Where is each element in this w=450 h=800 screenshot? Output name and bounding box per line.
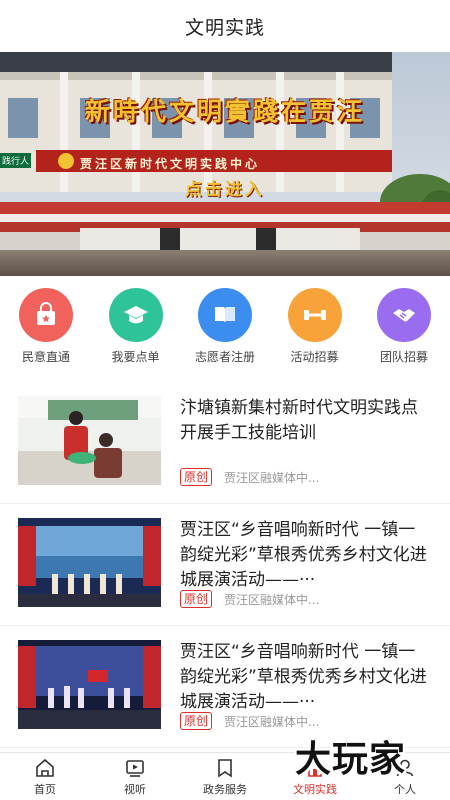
dumbbell-icon bbox=[287, 288, 342, 342]
tab-home[interactable]: 首页 bbox=[0, 753, 90, 800]
video-icon bbox=[126, 759, 144, 777]
quick-action-label: 团队招募 bbox=[379, 350, 428, 364]
news-list: 汴塘镇新集村新时代文明实践点开展手工技能培训 原创 贾汪区融媒体中... 贾汪区… bbox=[0, 382, 450, 748]
original-badge: 原创 bbox=[180, 468, 213, 486]
quick-action-order[interactable]: 我要点单 bbox=[98, 288, 174, 370]
news-title: 贾汪区“乡音唱响新时代 一镇一韵绽光彩”草根秀优秀乡村文化进城展演活动——··· bbox=[180, 520, 427, 590]
news-meta: 原创 贾汪区融媒体中... bbox=[180, 590, 319, 608]
news-thumbnail bbox=[18, 396, 161, 485]
news-item[interactable]: 贾汪区“乡音唱响新时代 一镇一韵绽光彩”草根秀优秀乡村文化进城展演活动——···… bbox=[0, 504, 450, 626]
tab-label: 个人 bbox=[394, 782, 416, 796]
banner-left-sign: 践行人 bbox=[0, 153, 32, 168]
news-title: 贾汪区“乡音唱响新时代 一镇一韵绽光彩”草根秀优秀乡村文化进城展演活动——··· bbox=[180, 642, 427, 712]
tab-government-service[interactable]: 政务服务 bbox=[180, 753, 270, 800]
tab-label: 文明实践 bbox=[293, 782, 337, 796]
page-title: 文明实践 bbox=[184, 16, 265, 39]
tab-label: 视听 bbox=[124, 782, 146, 796]
news-meta: 原创 贾汪区融媒体中... bbox=[180, 468, 319, 486]
quick-action-opinion[interactable]: 民意直通 bbox=[8, 288, 84, 370]
news-thumbnail bbox=[18, 518, 161, 607]
home-icon bbox=[36, 758, 54, 777]
news-item[interactable]: 汴塘镇新集村新时代文明实践点开展手工技能培训 原创 贾汪区融媒体中... bbox=[0, 382, 450, 504]
quick-action-label: 活动招募 bbox=[290, 350, 339, 364]
news-source: 贾汪区融媒体中... bbox=[224, 470, 320, 485]
quick-action-label: 我要点单 bbox=[111, 350, 160, 364]
watermark: 大玩家 bbox=[295, 739, 407, 780]
quick-action-team[interactable]: 团队招募 bbox=[366, 288, 442, 370]
handshake-icon bbox=[377, 288, 431, 342]
bookmark-icon bbox=[218, 758, 232, 777]
quick-action-label: 志愿者注册 bbox=[194, 350, 255, 364]
tab-label: 首页 bbox=[34, 782, 56, 796]
quick-action-label: 民意直通 bbox=[21, 350, 70, 364]
news-source: 贾汪区融媒体中... bbox=[224, 714, 320, 729]
tab-video[interactable]: 视听 bbox=[90, 753, 180, 800]
news-meta: 原创 贾汪区融媒体中... bbox=[180, 712, 319, 730]
banner-enter-button[interactable]: 点击进入 bbox=[0, 175, 450, 200]
quick-actions: 民意直通 我要点单 志愿者注册 活动招募 团队招募 bbox=[0, 276, 450, 370]
basket-icon bbox=[19, 288, 73, 342]
app-header: 文明实践 bbox=[0, 0, 450, 52]
news-title: 汴塘镇新集村新时代文明实践点开展手工技能培训 bbox=[180, 398, 418, 443]
original-badge: 原创 bbox=[180, 712, 213, 730]
graduation-cap-icon bbox=[108, 288, 163, 342]
banner-title: 新時代文明實踐在贾汪 bbox=[84, 97, 365, 126]
quick-action-volunteer[interactable]: 志愿者注册 bbox=[187, 288, 263, 370]
news-source: 贾汪区融媒体中... bbox=[224, 592, 320, 607]
banner-sign-text: 贾汪区新时代文明实践中心 bbox=[80, 157, 261, 171]
tab-label: 政务服务 bbox=[203, 782, 247, 796]
quick-action-activity[interactable]: 活动招募 bbox=[277, 288, 353, 370]
news-thumbnail bbox=[18, 640, 161, 729]
book-icon bbox=[198, 288, 252, 342]
banner-carousel[interactable]: 践行人 新時代文明實踐在贾汪 贾汪区新时代文明实践中心 点击进入 bbox=[0, 52, 450, 276]
original-badge: 原创 bbox=[180, 590, 213, 608]
